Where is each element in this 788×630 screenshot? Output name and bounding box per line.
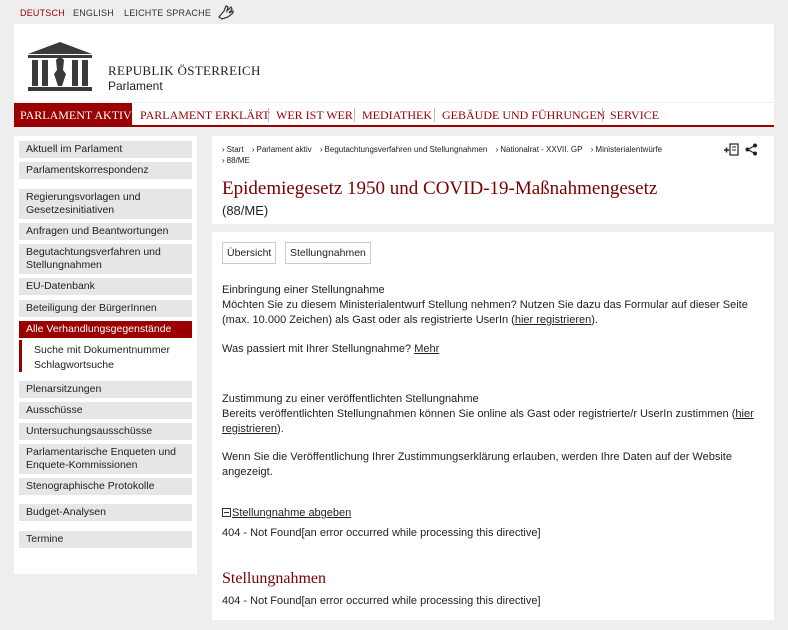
nav-parlament-aktiv[interactable]: PARLAMENT AKTIV	[14, 103, 132, 127]
paren-close: ).	[591, 314, 598, 326]
title-panel: Start Parlament aktiv Begutachtungsverfa…	[212, 136, 774, 224]
section-heading-einbringung: Einbringung einer Stellungnahme	[222, 284, 385, 296]
info-line: Was passiert mit Ihrer Stellungnahme? Me…	[222, 342, 767, 357]
nav-divider	[268, 108, 269, 122]
section-heading-zustimmung: Zustimmung zu einer veröffentlichten Ste…	[222, 393, 479, 405]
sidebar-active-marker	[19, 340, 22, 372]
brand-name: REPUBLIK ÖSTERREICH	[108, 63, 261, 78]
nav-divider	[602, 108, 603, 122]
info-question: Was passiert mit Ihrer Stellungnahme?	[222, 343, 412, 355]
zustimmung-text: Bereits veröffentlichten Stellungnahmen …	[222, 407, 767, 437]
breadcrumb-item[interactable]: Parlament aktiv	[252, 145, 312, 154]
sidebar-subitem-schlagwort[interactable]: Schlagwortsuche	[34, 359, 114, 371]
error-message: 404 - Not Found[an error occurred while …	[222, 527, 541, 539]
nav-gebaeude[interactable]: GEBÄUDE UND FÜHRUNGEN	[436, 103, 611, 127]
nav-wer-ist-wer[interactable]: WER IST WER	[270, 103, 359, 127]
sign-language-icon[interactable]	[216, 3, 236, 21]
more-link[interactable]: Mehr	[414, 343, 439, 355]
paren-close-2: ).	[277, 423, 284, 435]
page-title: Epidemiegesetz 1950 und COVID-19-Maßnahm…	[222, 178, 658, 199]
sidebar-item-termine[interactable]: Termine	[19, 531, 192, 548]
breadcrumb-item[interactable]: Begutachtungsverfahren und Stellungnahme…	[320, 145, 487, 154]
error-message-2: 404 - Not Found[an error occurred while …	[222, 595, 541, 607]
content-panel: Übersicht Stellungnahmen Einbringung ein…	[212, 232, 774, 620]
add-to-list-icon[interactable]	[724, 143, 740, 157]
lang-leichte-sprache[interactable]: LEICHTE SPRACHE	[124, 8, 211, 18]
sidebar-item-ausschuesse[interactable]: Ausschüsse	[19, 402, 192, 419]
sidebar-item-enqueten[interactable]: Parlamentarische Enqueten und Enquete-Ko…	[19, 444, 192, 474]
nav-mediathek[interactable]: MEDIATHEK	[356, 103, 438, 127]
zustimmung-body: Bereits veröffentlichten Stellungnahmen …	[222, 408, 736, 420]
sidebar-item-begutachtung[interactable]: Begutachtungsverfahren und Stellungnahme…	[19, 244, 192, 274]
sidebar-item-budget[interactable]: Budget-Analysen	[19, 504, 192, 521]
register-link[interactable]: hier registrieren	[515, 314, 591, 326]
sidebar-item-protokolle[interactable]: Stenographische Protokolle	[19, 478, 192, 495]
consent-text: Wenn Sie die Veröffentlichung Ihrer Zust…	[222, 451, 732, 478]
lang-deutsch[interactable]: DEUTSCH	[20, 8, 65, 18]
site-header: REPUBLIK ÖSTERREICH Parlament	[14, 24, 774, 102]
lang-english[interactable]: ENGLISH	[73, 8, 114, 18]
nav-divider	[354, 108, 355, 122]
sidebar-subitem-dokumentnummer[interactable]: Suche mit Dokumentnummer	[34, 344, 170, 356]
sidebar-item-korrespondenz[interactable]: Parlamentskorrespondenz	[19, 162, 192, 179]
collapse-icon[interactable]	[222, 508, 231, 517]
breadcrumb: Start Parlament aktiv Begutachtungsverfa…	[222, 144, 702, 166]
brand-subname: Parlament	[108, 79, 163, 93]
section-title-stellungnahmen: Stellungnahmen	[222, 570, 326, 587]
submit-statement-link[interactable]: Stellungnahme abgeben	[232, 507, 351, 519]
parliament-logo[interactable]	[26, 40, 94, 92]
nav-service[interactable]: SERVICE	[604, 103, 665, 127]
breadcrumb-item[interactable]: Nationalrat - XXVII. GP	[496, 145, 583, 154]
tab-stellungnahmen[interactable]: Stellungnahmen	[285, 242, 371, 264]
sidebar-item-verhandlungsgegenstaende[interactable]: Alle Verhandlungsgegenstände	[19, 321, 192, 338]
sidebar: Aktuell im Parlament Parlamentskorrespon…	[14, 136, 197, 574]
einbringung-body: Möchten Sie zu diesem Ministerialentwurf…	[222, 299, 748, 326]
share-icon[interactable]	[745, 143, 758, 156]
breadcrumb-item[interactable]: Start	[222, 145, 244, 154]
sidebar-item-aktuell[interactable]: Aktuell im Parlament	[19, 141, 192, 158]
sidebar-item-eu-datenbank[interactable]: EU-Datenbank	[19, 278, 192, 295]
sidebar-item-plenarsitzungen[interactable]: Plenarsitzungen	[19, 381, 192, 398]
nav-divider	[434, 108, 435, 122]
einbringung-text: Möchten Sie zu diesem Ministerialentwurf…	[222, 298, 767, 328]
nav-parlament-erklaert[interactable]: PARLAMENT ERKLÄRT	[134, 103, 276, 127]
submit-row: Stellungnahme abgeben	[222, 506, 767, 521]
language-bar: DEUTSCH ENGLISH LEICHTE SPRACHE	[0, 0, 788, 24]
sidebar-item-anfragen[interactable]: Anfragen und Beantwortungen	[19, 223, 192, 240]
sidebar-item-regierungsvorlagen[interactable]: Regierungsvorlagen und Gesetzesinitiativ…	[19, 189, 192, 219]
page-subtitle: (88/ME)	[222, 203, 269, 218]
sidebar-item-beteiligung[interactable]: Beteiligung der BürgerInnen	[19, 300, 192, 317]
main-nav: PARLAMENT AKTIV PARLAMENT ERKLÄRT WER IS…	[14, 103, 774, 127]
breadcrumb-item[interactable]: Ministerialentwürfe	[591, 145, 662, 154]
breadcrumb-current: 88/ME	[222, 156, 250, 165]
sidebar-item-untersuchung[interactable]: Untersuchungsausschüsse	[19, 423, 192, 440]
tab-uebersicht[interactable]: Übersicht	[222, 242, 277, 264]
